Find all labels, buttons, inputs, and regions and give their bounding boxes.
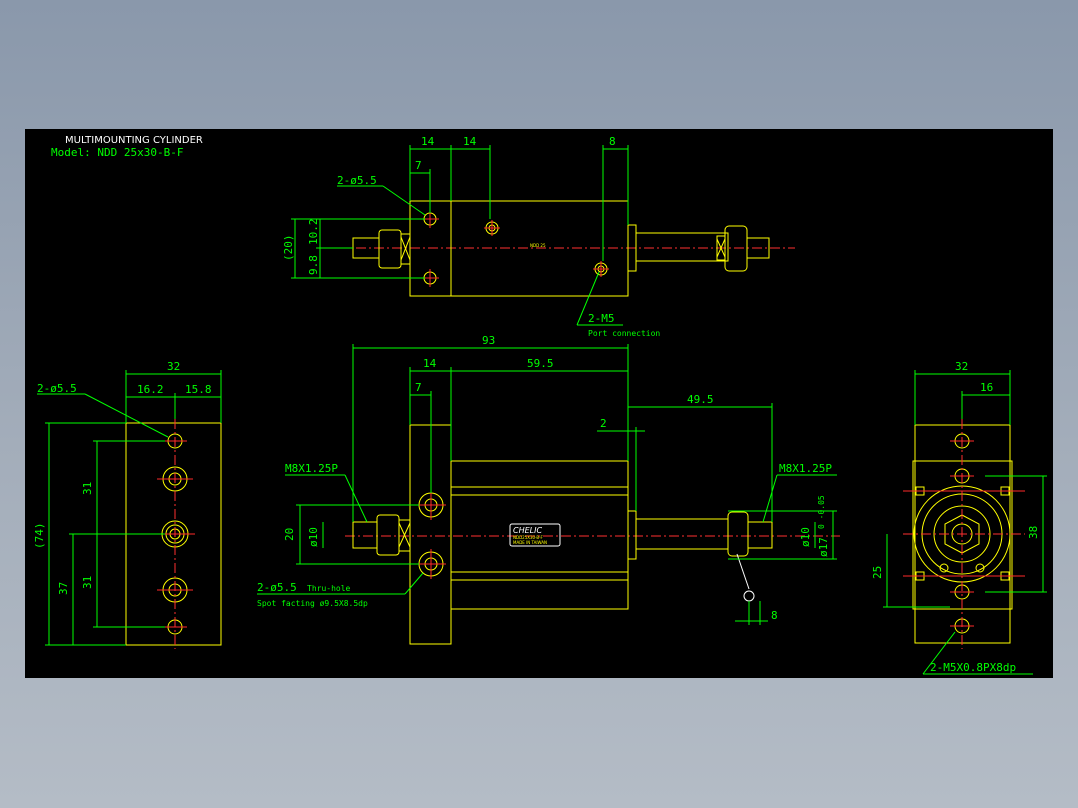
dim-left-31b: 31 [81, 576, 94, 589]
nameplate-line2: MADE IN TAIWAN [513, 540, 547, 545]
front-thread-left: M8X1.25P [285, 462, 338, 475]
dim-top-14a: 14 [421, 135, 435, 148]
dim-top-10-2: 10.2 [307, 219, 320, 246]
right-tap-callout: 2-M5X0.8PX8dp [930, 661, 1016, 674]
dim-left-37: 37 [57, 582, 70, 595]
front-spot-facing: Spot facting ø9.5X8.5dp [257, 599, 368, 608]
dim-top-14b: 14 [463, 135, 477, 148]
nameplate-logo: CHELIC [513, 526, 542, 535]
dim-right-25: 25 [871, 566, 884, 579]
front-right-stud [747, 521, 773, 549]
dim-front-7: 7 [415, 381, 422, 394]
top-left-nut [378, 229, 402, 269]
dim-left-15-8: 15.8 [185, 383, 212, 396]
dim-front-93: 93 [482, 334, 495, 347]
left-view: 32 16.2 15.8 (74) 37 31 31 2-ø5.5 [33, 360, 222, 649]
front-view: CHELIC NDD25X30-B-F MADE IN TAIWAN 93 14… [257, 334, 840, 645]
dim-top-20: (20) [282, 235, 295, 262]
top-port-sub: Port connection [588, 329, 660, 338]
dim-left-16-2: 16.2 [137, 383, 164, 396]
cad-drawing: MULTIMOUNTING CYLINDER Model: NDD 25x30-… [33, 135, 1047, 675]
dim-right-38: 38 [1027, 526, 1040, 539]
dim-front-49-5: 49.5 [687, 393, 714, 406]
left-hole-callout: 2-ø5.5 [37, 382, 77, 395]
dim-front-10-right: ø10 [799, 527, 812, 547]
dim-left-31a: 31 [81, 482, 94, 495]
dim-front-20: 20 [283, 528, 296, 541]
top-body-marking: NDD 25 [530, 243, 546, 248]
drawing-title: MULTIMOUNTING CYLINDER [65, 135, 203, 146]
dim-front-10-left: ø10 [307, 527, 320, 547]
dim-right-16: 16 [980, 381, 993, 394]
dim-left-32: 32 [167, 360, 180, 373]
drawing-model: Model: NDD 25x30-B-F [51, 146, 183, 159]
dim-top-8: 8 [609, 135, 616, 148]
front-thread-right: M8X1.25P [779, 462, 832, 475]
dim-front-8: 8 [771, 609, 778, 622]
top-port-callout: 2-M5 [588, 312, 615, 325]
dim-front-17-tol: 0 -0.05 [817, 495, 826, 529]
front-right-nut [727, 511, 749, 557]
dim-left-74: (74) [33, 523, 46, 550]
front-hole-callout: 2-ø5.5 [257, 581, 297, 594]
top-rod [635, 232, 729, 262]
dim-top-9-8: 9.8 [307, 255, 320, 275]
front-end-cap [627, 510, 637, 560]
dim-front-2: 2 [600, 417, 607, 430]
dim-front-17: ø17 [817, 537, 830, 557]
front-rod [635, 518, 729, 550]
cad-viewport[interactable]: MULTIMOUNTING CYLINDER Model: NDD 25x30-… [25, 129, 1053, 678]
front-left-nut [376, 514, 400, 556]
top-view: NDD 25 14 14 8 7 (20) 10.2 9.8 2-ø5.5 2-… [282, 135, 795, 338]
right-view: 32 16 38 25 2-M5X0.8PX8dp [871, 360, 1047, 675]
dim-top-7: 7 [415, 159, 422, 172]
dim-front-14: 14 [423, 357, 437, 370]
dim-front-59-5: 59.5 [527, 357, 554, 370]
front-hole-thru: Thru-hole [307, 584, 351, 593]
front-left-stud [352, 521, 378, 549]
dim-right-32: 32 [955, 360, 968, 373]
top-hole-callout: 2-ø5.5 [337, 174, 377, 187]
